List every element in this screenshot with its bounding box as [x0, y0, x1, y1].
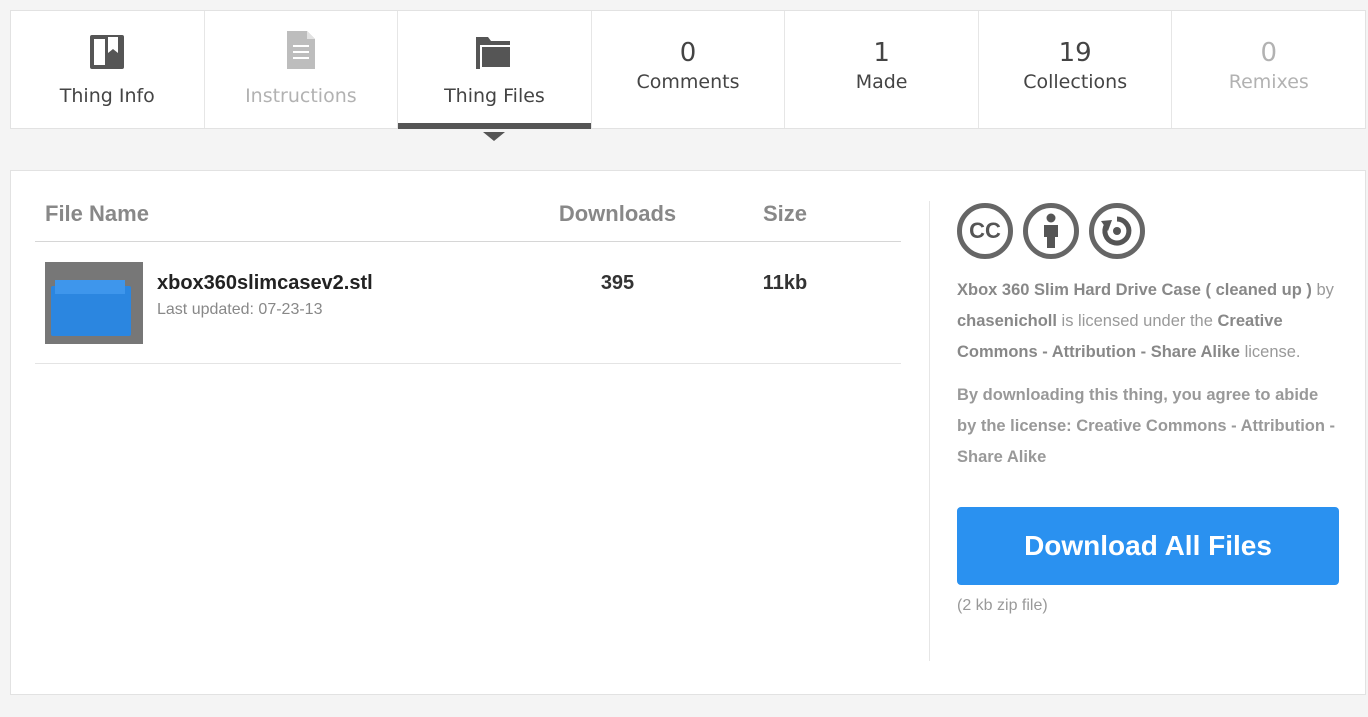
thing-title[interactable]: Xbox 360 Slim Hard Drive Case ( cleaned … — [957, 281, 1312, 299]
license-section: CC Xbox 360 Slim Hard Drive Case ( clean… — [957, 203, 1341, 615]
license-suffix: license. — [1244, 343, 1301, 361]
tab-label: Collections — [1023, 71, 1128, 93]
tab-label: Instructions — [245, 85, 357, 107]
cc-label: CC — [969, 218, 1001, 243]
share-alike-icon — [1089, 203, 1145, 259]
file-updated: Last updated: 07-23-13 — [157, 301, 323, 318]
panel-divider — [929, 201, 930, 661]
files-table: File Name Downloads Size xbox360slimcase… — [35, 201, 901, 364]
file-thumbnail[interactable] — [45, 262, 143, 344]
folder-icon — [474, 31, 514, 71]
tab-count: 19 — [1058, 38, 1092, 68]
tab-label: Thing Info — [59, 85, 155, 107]
tab-comments[interactable]: 0 Comments — [592, 11, 786, 128]
tab-count: 0 — [679, 38, 697, 68]
header-downloads: Downloads — [558, 201, 677, 226]
thing-tabs: Thing Info Instructions Thing Files 0 Co… — [10, 10, 1366, 141]
tab-count: 0 — [1260, 38, 1278, 68]
document-icon — [285, 31, 317, 71]
cc-icon: CC — [957, 203, 1013, 259]
tab-remixes[interactable]: 0 Remixes — [1172, 11, 1365, 128]
author-link[interactable]: chasenicholl — [957, 312, 1057, 330]
tab-count: 1 — [873, 38, 890, 68]
tab-thing-files[interactable]: Thing Files — [398, 11, 592, 141]
cc-license-icons[interactable]: CC — [957, 203, 1341, 259]
tab-made[interactable]: 1 Made — [785, 11, 979, 128]
header-size: Size — [762, 201, 808, 226]
thumbnail-model-top — [55, 280, 125, 294]
tab-label: Made — [855, 71, 908, 93]
tab-thing-info[interactable]: Thing Info — [11, 11, 205, 128]
download-all-files-button[interactable]: Download All Files — [957, 507, 1339, 585]
tab-label: Remixes — [1228, 71, 1309, 93]
tab-collections[interactable]: 19 Collections — [979, 11, 1173, 128]
files-table-header: File Name Downloads Size — [35, 201, 901, 242]
file-meta: xbox360slimcasev2.stl Last updated: 07-2… — [143, 262, 535, 363]
license-statement: Xbox 360 Slim Hard Drive Case ( cleaned … — [957, 275, 1341, 368]
attribution-icon — [1023, 203, 1079, 259]
file-name-link[interactable]: xbox360slimcasev2.stl — [157, 272, 535, 295]
files-panel: File Name Downloads Size xbox360slimcase… — [10, 170, 1366, 695]
bookmark-icon — [88, 31, 126, 71]
license-agreement: By downloading this thing, you agree to … — [957, 386, 1336, 466]
tab-label: Comments — [636, 71, 740, 93]
file-downloads: 395 — [600, 272, 635, 294]
table-row[interactable]: xbox360slimcasev2.stl Last updated: 07-2… — [35, 242, 901, 364]
header-file-name: File Name — [45, 201, 149, 226]
licensed-under-text: is licensed under the — [1061, 312, 1213, 330]
file-size: 11kb — [762, 272, 808, 294]
zip-size-note: (2 kb zip file) — [957, 597, 1048, 614]
tab-instructions[interactable]: Instructions — [205, 11, 399, 128]
tab-label: Thing Files — [444, 85, 545, 107]
by-text: by — [1316, 281, 1334, 299]
